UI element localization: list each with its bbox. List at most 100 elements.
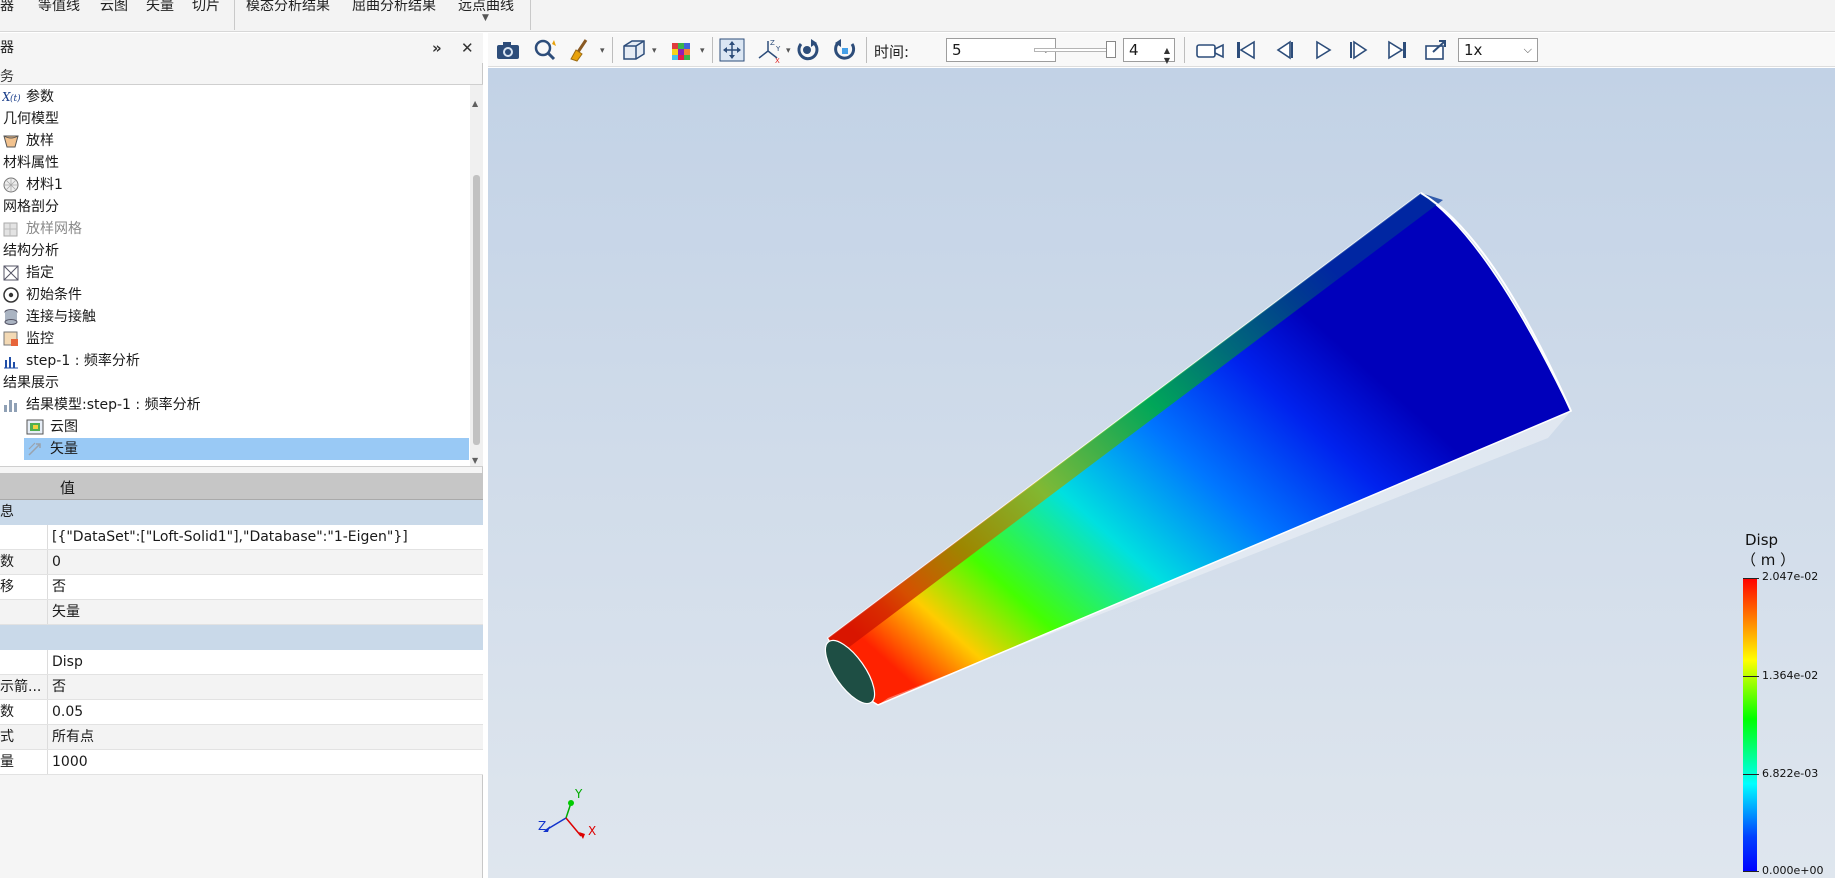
svg-text:X: X <box>775 57 780 63</box>
clear-broom-icon[interactable] <box>566 37 594 63</box>
reset-view-icon[interactable] <box>831 37 859 63</box>
tree-item-contact[interactable]: 连接与接触 <box>2 306 96 328</box>
toolbar-separator <box>1184 37 1185 63</box>
rotate-cw-icon[interactable] <box>794 37 822 63</box>
zoom-search-icon[interactable] <box>532 37 560 63</box>
close-icon[interactable]: ✕ <box>461 39 474 57</box>
scroll-thumb[interactable] <box>473 175 480 445</box>
vector-icon <box>26 440 44 458</box>
chevron-down-icon[interactable]: ▾ <box>786 46 791 56</box>
time-label: 时间: <box>874 43 910 61</box>
ribbon-item-far-point-curve[interactable]: 远点曲线 <box>458 0 514 14</box>
color-cube-icon[interactable] <box>668 37 696 63</box>
property-row-show-arrow[interactable]: 示箭... 否 <box>0 675 483 700</box>
ribbon-item-contour-lines[interactable]: 等值线 <box>38 0 80 14</box>
property-group-display[interactable] <box>0 625 483 650</box>
property-row-dataset[interactable]: [{"DataSet":["Loft-Solid1"],"Database":"… <box>0 525 483 550</box>
property-grid: 值 息 [{"DataSet":["Loft-Solid1"],"Databas… <box>0 473 483 775</box>
tree-item-step1[interactable]: step-1 : 频率分析 <box>2 350 140 372</box>
property-row-variable[interactable]: Disp <box>0 650 483 675</box>
function-xt-icon: X (t) <box>1 88 21 106</box>
ribbon-item-partial[interactable]: 器 <box>0 0 14 14</box>
scroll-down-icon[interactable]: ▼ <box>472 456 478 465</box>
loft-icon <box>2 132 20 150</box>
loft-model-render <box>824 192 1573 706</box>
ribbon-separator <box>530 0 531 30</box>
toolbar-separator <box>866 37 867 63</box>
frame-spinbox[interactable]: 4 ▲ ▼ <box>1123 38 1175 65</box>
model-tree: X (t) 参数 几何模型 放样 材料属性 材料1 网格剖分 放样网格 结构分析 指… <box>0 84 483 467</box>
last-frame-icon[interactable] <box>1383 37 1411 63</box>
tree-group-mesh[interactable]: 网格剖分 <box>3 196 59 218</box>
legend-value-min: 0.000e+00 <box>1762 864 1824 877</box>
property-row-mode[interactable]: 式所有点 <box>0 725 483 750</box>
record-video-icon[interactable] <box>1194 37 1224 63</box>
axis-triad-icon[interactable]: ZYX <box>754 37 782 65</box>
contour-icon <box>26 418 44 436</box>
legend-tick <box>1743 676 1759 677</box>
tree-item-material1[interactable]: 材料1 <box>2 174 63 196</box>
legend-tick <box>1743 871 1759 872</box>
tree-item-assign[interactable]: 指定 <box>2 262 54 284</box>
3d-viewport[interactable]: Y Z X <box>488 68 1835 878</box>
time-slider-track[interactable] <box>1034 48 1114 52</box>
scroll-up-icon[interactable]: ▲ <box>472 99 478 108</box>
time-slider-thumb[interactable] <box>1106 41 1116 58</box>
tree-item-contour[interactable]: 云图 <box>26 416 78 438</box>
ribbon-item-vector[interactable]: 矢量 <box>146 0 174 14</box>
camera-icon[interactable] <box>494 37 522 63</box>
chevron-down-icon[interactable]: ▾ <box>700 46 705 56</box>
chevron-down-icon[interactable]: ▾ <box>600 46 605 56</box>
contact-icon <box>2 308 20 326</box>
svg-text:Z: Z <box>770 39 775 47</box>
tree-item-initial-conditions[interactable]: 初始条件 <box>2 284 82 306</box>
property-row-type[interactable]: 矢量 <box>0 600 483 625</box>
property-row-scale[interactable]: 数 0.05 <box>0 700 483 725</box>
tree-item-result-model[interactable]: 结果模型:step-1 : 频率分析 <box>2 394 201 416</box>
material-sphere-icon <box>2 176 20 194</box>
tree-scrollbar[interactable]: ▲ ▼ <box>470 85 483 466</box>
svg-text:Y: Y <box>775 45 781 53</box>
property-row-amount[interactable]: 量 1000 <box>0 750 483 775</box>
ribbon-item-slice[interactable]: 切片 <box>192 0 220 14</box>
legend-tick <box>1743 578 1759 579</box>
property-row-count[interactable]: 数0 <box>0 550 483 575</box>
tree-item-monitor[interactable]: 监控 <box>2 328 54 350</box>
ribbon-item-contour[interactable]: 云图 <box>100 0 128 14</box>
first-frame-icon[interactable] <box>1232 37 1260 63</box>
tree-item-loft-mesh[interactable]: 放样网格 <box>2 218 82 240</box>
legend-unit: （ m ） <box>1741 551 1796 569</box>
svg-text:(t): (t) <box>10 93 21 104</box>
tree-group-structural[interactable]: 结构分析 <box>3 240 59 262</box>
chevron-down-icon: ⌵ <box>1523 43 1532 56</box>
next-frame-icon[interactable] <box>1345 37 1373 63</box>
view-cube-icon[interactable] <box>620 37 648 63</box>
prev-frame-icon[interactable] <box>1270 37 1298 63</box>
property-row-shift[interactable]: 移否 <box>0 575 483 600</box>
tree-item-loft[interactable]: 放样 <box>2 130 54 152</box>
view-toolbar: ▾ ▾ ▾ ZYX ▾ 时间: 5⌵ 4▲▼ 1x⌵ <box>488 33 1835 67</box>
legend-value-max: 2.047e-02 <box>1762 570 1819 583</box>
export-icon[interactable] <box>1422 37 1450 63</box>
axis-triad: Y Z X <box>538 787 596 839</box>
property-group-info[interactable]: 息 <box>0 500 483 525</box>
step-chart-icon <box>2 352 20 370</box>
tree-item-vector[interactable]: 矢量 <box>24 438 469 460</box>
play-icon[interactable] <box>1308 37 1336 63</box>
pan-move-icon[interactable] <box>718 37 746 63</box>
tree-group-material[interactable]: 材料属性 <box>3 152 59 174</box>
legend-value: 6.822e-03 <box>1762 767 1819 780</box>
dock-expand-icon[interactable]: » <box>432 39 442 57</box>
ribbon-item-buckling-result[interactable]: 屈曲分析结果 <box>352 0 436 14</box>
axis-x-label: X <box>588 824 596 838</box>
tree-group-geometry[interactable]: 几何模型 <box>3 108 59 130</box>
ribbon-bar: 器 等值线 云图 矢量 切片 模态分析结果 屈曲分析结果 远点曲线 ▼ <box>0 0 1835 32</box>
tree-item-parameters[interactable]: X (t) 参数 <box>1 86 54 108</box>
speed-select[interactable]: 1x ⌵ <box>1458 38 1538 62</box>
ribbon-expand-icon[interactable]: ▼ <box>482 13 489 23</box>
tree-group-results[interactable]: 结果展示 <box>3 372 59 394</box>
chevron-down-icon[interactable]: ▾ <box>652 46 657 56</box>
legend-color-bar <box>1743 578 1757 872</box>
ribbon-item-modal-result[interactable]: 模态分析结果 <box>246 0 330 14</box>
axis-y-label: Y <box>574 787 583 801</box>
